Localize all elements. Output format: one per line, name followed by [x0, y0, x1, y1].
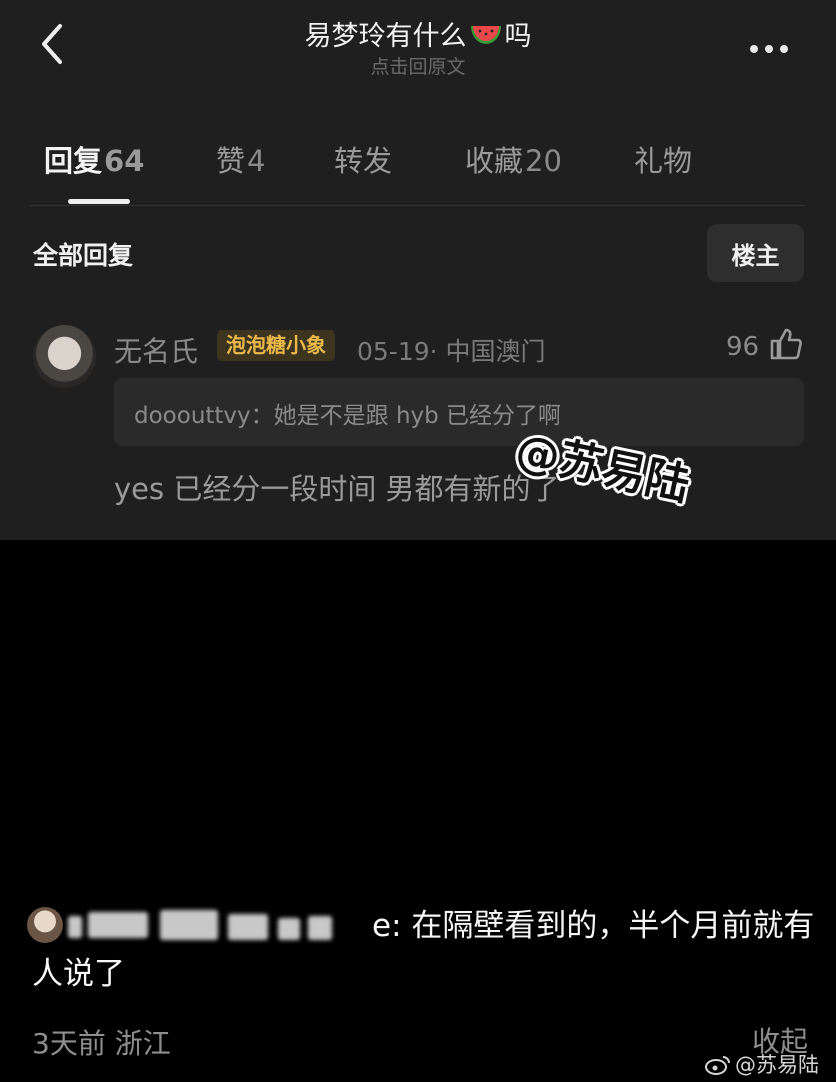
reply-username[interactable]: 无名氏	[114, 330, 198, 370]
active-tab-indicator	[68, 199, 130, 204]
like-count: 96	[726, 332, 760, 362]
fan-badge: 泡泡糖小象	[217, 330, 335, 361]
comment-time-location: 3天前 浙江	[32, 1027, 171, 1060]
comment-body: : 在隔壁看到的，半个月前就有人说了	[32, 908, 815, 992]
title-text-start: 易梦玲有什么	[304, 21, 467, 52]
weibo-watermark: @苏易陆	[704, 1049, 819, 1079]
divider	[30, 205, 806, 206]
quoted-text: dooouttvy：她是不是跟 hyb 已经分了啊	[134, 403, 562, 429]
weibo-watermark-text: @苏易陆	[735, 1053, 819, 1077]
reply-meta: 05-19· 中国澳门	[357, 337, 546, 366]
tab-reposts[interactable]: 转发	[334, 138, 392, 180]
tab-count: 4	[247, 144, 266, 178]
comment-text: e: 在隔壁看到的，半个月前就有人说了	[32, 902, 822, 998]
title-text-end: 吗	[504, 21, 532, 52]
section-title: 全部回复	[33, 241, 134, 270]
watermelon-icon	[470, 26, 501, 44]
tab-likes[interactable]: 赞4	[216, 138, 265, 180]
tab-label: 转发	[334, 144, 393, 178]
tab-replies[interactable]: 回复64	[44, 138, 144, 180]
tab-count: 20	[525, 144, 562, 178]
owner-filter-button[interactable]: 楼主	[707, 224, 804, 282]
comment-name-suffix: e	[372, 908, 392, 944]
tab-gifts[interactable]: 礼物	[634, 138, 692, 180]
more-dots-icon[interactable]	[750, 38, 800, 53]
tab-favorites[interactable]: 收藏20	[465, 138, 562, 180]
reply-text: yes 已经分一段时间 男都有新的了	[114, 472, 560, 506]
quoted-reply[interactable]: dooouttvy：她是不是跟 hyb 已经分了啊	[114, 378, 804, 446]
page-title: 易梦玲有什么 吗	[0, 14, 836, 53]
tab-label: 收藏	[465, 144, 524, 178]
tab-label: 回复	[44, 144, 103, 178]
tab-bar: 回复64 赞4 转发 收藏20 礼物	[0, 138, 836, 182]
thumbs-up-icon[interactable]	[768, 326, 804, 362]
tab-count: 64	[104, 144, 145, 178]
reply-panel: 易梦玲有什么 吗 点击回原文 回复64 赞4 转发 收藏20 礼物 全部回复 楼…	[0, 0, 836, 540]
avatar[interactable]	[33, 325, 96, 388]
weibo-logo-icon	[705, 1056, 730, 1075]
back-to-original-link[interactable]: 点击回原文	[0, 52, 836, 79]
tab-label: 礼物	[634, 144, 693, 178]
tab-label: 赞	[216, 144, 246, 178]
